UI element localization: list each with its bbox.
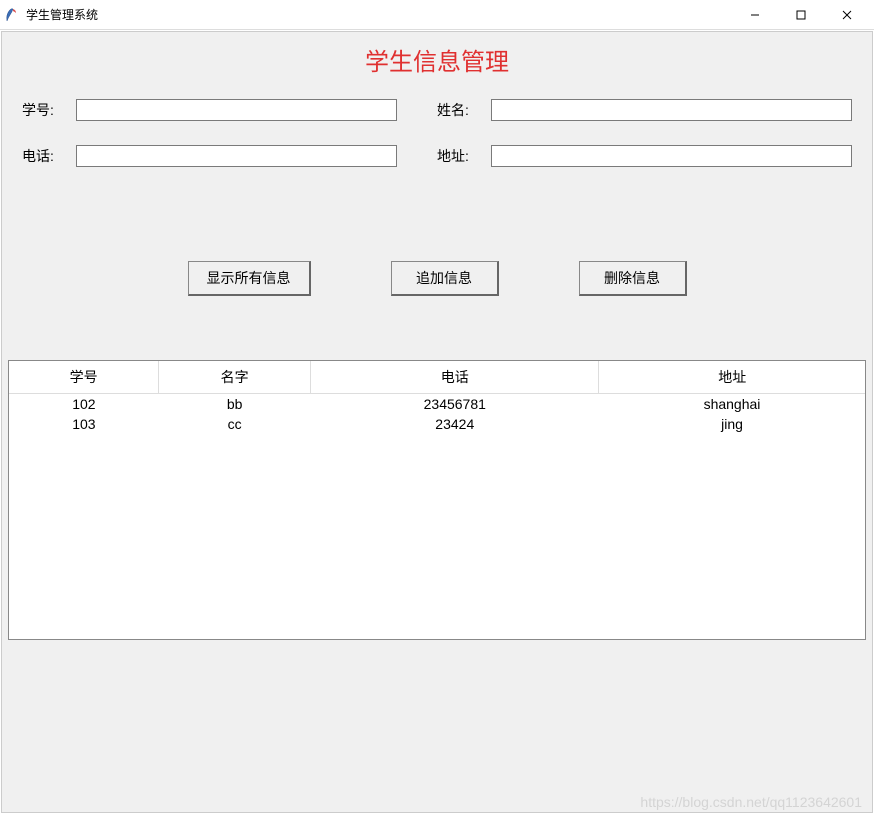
window-titlebar: 学生管理系统 — [0, 0, 874, 30]
table-row[interactable]: 102bb23456781shanghai — [9, 394, 865, 415]
name-label: 姓名: — [437, 100, 491, 120]
form-area: 学号: 姓名: 电话: 地址: — [2, 91, 872, 167]
show-all-button[interactable]: 显示所有信息 — [188, 261, 311, 296]
table-cell: jing — [599, 414, 865, 434]
data-table: 学号 名字 电话 地址 102bb23456781shanghai103cc23… — [9, 361, 865, 434]
page-title: 学生信息管理 — [2, 32, 872, 91]
delete-button[interactable]: 删除信息 — [579, 261, 687, 296]
address-input[interactable] — [491, 145, 852, 167]
table-cell: 23456781 — [311, 394, 599, 415]
table-container[interactable]: 学号 名字 电话 地址 102bb23456781shanghai103cc23… — [8, 360, 866, 640]
table-cell: 23424 — [311, 414, 599, 434]
app-body: 学生信息管理 学号: 姓名: 电话: 地址: 显示所有信息 追加信息 — [1, 31, 873, 813]
phone-group: 电话: — [22, 145, 437, 167]
maximize-button[interactable] — [778, 0, 824, 30]
name-group: 姓名: — [437, 99, 852, 121]
table-cell: shanghai — [599, 394, 865, 415]
table-cell: 102 — [9, 394, 159, 415]
table-cell: cc — [159, 414, 311, 434]
student-id-input[interactable] — [76, 99, 397, 121]
form-row-1: 学号: 姓名: — [22, 99, 852, 121]
app-icon — [4, 7, 20, 23]
student-id-group: 学号: — [22, 99, 437, 121]
table-row[interactable]: 103cc23424jing — [9, 414, 865, 434]
name-input[interactable] — [491, 99, 852, 121]
append-button[interactable]: 追加信息 — [391, 261, 499, 296]
phone-input[interactable] — [76, 145, 397, 167]
table-header-row: 学号 名字 电话 地址 — [9, 361, 865, 394]
col-header-address[interactable]: 地址 — [599, 361, 865, 394]
minimize-button[interactable] — [732, 0, 778, 30]
student-id-label: 学号: — [22, 100, 76, 120]
address-label: 地址: — [437, 146, 491, 166]
col-header-phone[interactable]: 电话 — [311, 361, 599, 394]
close-button[interactable] — [824, 0, 870, 30]
window-controls — [732, 0, 870, 30]
address-group: 地址: — [437, 145, 852, 167]
col-header-name[interactable]: 名字 — [159, 361, 311, 394]
col-header-id[interactable]: 学号 — [9, 361, 159, 394]
window-title: 学生管理系统 — [26, 6, 732, 23]
button-row: 显示所有信息 追加信息 删除信息 — [2, 191, 872, 326]
table-cell: bb — [159, 394, 311, 415]
phone-label: 电话: — [22, 146, 76, 166]
form-row-2: 电话: 地址: — [22, 145, 852, 167]
table-cell: 103 — [9, 414, 159, 434]
